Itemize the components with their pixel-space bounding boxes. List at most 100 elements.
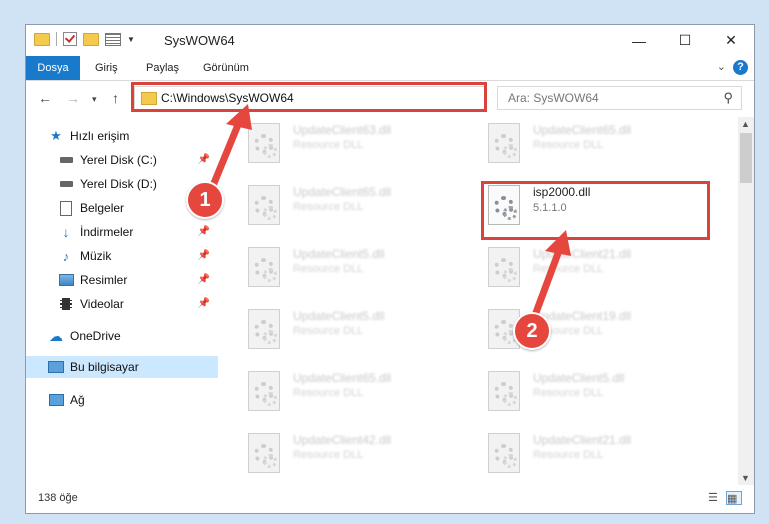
details-view-icon[interactable]: ☰ <box>708 491 722 504</box>
file-highlight <box>481 181 710 240</box>
picture-icon <box>58 273 74 287</box>
drive-icon <box>58 153 74 167</box>
music-note-icon: ♪ <box>62 248 70 264</box>
file-description: Resource DLL <box>293 201 364 213</box>
file-tile[interactable]: UpdateClient5.dll Resource DLL <box>223 303 453 359</box>
expand-ribbon-icon[interactable]: ⌄ <box>717 60 726 73</box>
ribbon-tabs: Dosya Giriş Paylaş Görünüm ⌄ ? <box>26 56 754 81</box>
up-arrow-icon[interactable]: ↑ <box>112 90 119 106</box>
sidebar-item-label: OneDrive <box>70 329 121 343</box>
sidebar-item-onedrive[interactable]: ☁ OneDrive <box>48 325 218 347</box>
file-name: UpdateClient5.dll <box>293 247 385 261</box>
sidebar-item-this-pc[interactable]: Bu bilgisayar <box>26 356 218 378</box>
sidebar-item-videos[interactable]: Videolar 📌 <box>58 293 218 315</box>
minimize-button[interactable]: — <box>616 25 662 56</box>
sidebar-item-music[interactable]: ♪ Müzik 📌 <box>58 245 218 267</box>
dll-file-icon <box>488 371 520 411</box>
properties-check-icon[interactable] <box>63 32 77 46</box>
vertical-scrollbar[interactable]: ▲ ▼ <box>738 117 754 485</box>
customize-dropdown-icon[interactable]: ▼ <box>127 35 135 44</box>
status-bar: 138 öğe ☰ ▦ <box>26 485 754 513</box>
file-tile[interactable]: UpdateClient65.dll Resource DLL <box>463 117 693 173</box>
sidebar-item-label: Yerel Disk (D:) <box>80 177 157 191</box>
item-count: 138 öğe <box>38 492 78 504</box>
search-icon[interactable]: ⚲ <box>723 90 733 106</box>
file-name: UpdateClient63.dll <box>293 123 392 137</box>
tab-view[interactable]: Görünüm <box>203 56 249 80</box>
file-name: UpdateClient42.dll <box>293 433 392 447</box>
file-description: Resource DLL <box>533 449 604 461</box>
file-description: Resource DLL <box>293 139 364 151</box>
file-name: UpdateClient65.dll <box>533 123 632 137</box>
back-arrow-icon[interactable]: ← <box>38 90 52 106</box>
tab-share[interactable]: Paylaş <box>146 56 179 80</box>
dll-file-icon <box>248 247 280 287</box>
recent-dropdown-icon[interactable]: ▾ <box>92 94 97 105</box>
file-tile[interactable]: UpdateClient63.dll Resource DLL <box>223 117 453 173</box>
file-description: Resource DLL <box>293 263 364 275</box>
sidebar-item-pictures[interactable]: Resimler 📌 <box>58 269 218 291</box>
help-icon[interactable]: ? <box>733 60 748 75</box>
dll-file-icon <box>488 433 520 473</box>
scroll-thumb[interactable] <box>740 133 752 183</box>
dll-file-icon <box>248 185 280 225</box>
step-1-badge: 1 <box>186 181 224 219</box>
sidebar-item-label: Bu bilgisayar <box>70 360 139 374</box>
file-tile[interactable]: UpdateClient42.dll Resource DLL <box>223 427 453 483</box>
file-name: UpdateClient65.dll <box>293 185 392 199</box>
forward-arrow-icon[interactable]: → <box>66 90 80 106</box>
tab-home[interactable]: Giriş <box>95 56 118 80</box>
file-list: UpdateClient63.dll Resource DLL UpdateCl… <box>223 117 737 485</box>
pin-icon[interactable]: 📌 <box>198 226 210 237</box>
tab-file[interactable]: Dosya <box>26 56 80 80</box>
close-button[interactable]: ✕ <box>708 25 754 56</box>
dll-file-icon <box>248 309 280 349</box>
pin-icon[interactable]: 📌 <box>198 274 210 285</box>
file-name: UpdateClient21.dll <box>533 247 632 261</box>
file-description: Resource DLL <box>293 325 364 337</box>
address-bar-highlight <box>131 82 487 112</box>
dll-file-icon <box>488 123 520 163</box>
download-arrow-icon: ↓ <box>62 224 70 240</box>
file-tile[interactable]: UpdateClient5.dll Resource DLL <box>463 365 693 421</box>
sidebar-item-label: İndirmeler <box>80 225 134 239</box>
scroll-down-icon[interactable]: ▼ <box>741 473 750 483</box>
sidebar-item-label: Videolar <box>80 297 124 311</box>
file-tile[interactable]: UpdateClient65.dll Resource DLL <box>223 365 453 421</box>
scroll-up-icon[interactable]: ▲ <box>741 119 750 129</box>
pin-icon[interactable]: 📌 <box>198 250 210 261</box>
sidebar-item-local-disk-c[interactable]: Yerel Disk (C:) 📌 <box>58 149 218 171</box>
sidebar-item-label: Resimler <box>80 273 128 287</box>
drive-icon <box>58 177 74 191</box>
file-tile[interactable]: UpdateClient65.dll Resource DLL <box>223 179 453 235</box>
maximize-button[interactable]: ☐ <box>662 25 708 56</box>
file-description: Resource DLL <box>533 263 604 275</box>
file-tile[interactable]: UpdateClient21.dll Resource DLL <box>463 427 693 483</box>
large-icons-view-icon[interactable]: ▦ <box>726 491 742 505</box>
title-bar: ▼ SysWOW64 — ☐ ✕ <box>26 25 754 56</box>
sidebar-item-label: Belgeler <box>80 201 125 215</box>
pin-icon[interactable]: 📌 <box>198 298 210 309</box>
file-description: Resource DLL <box>293 387 364 399</box>
sidebar-item-label: Yerel Disk (C:) <box>80 153 157 167</box>
star-icon: ★ <box>50 128 62 143</box>
file-tile[interactable]: UpdateClient19.dll Resource DLL <box>463 303 693 359</box>
dll-file-icon <box>488 247 520 287</box>
new-folder-icon[interactable] <box>83 32 99 46</box>
file-tile[interactable]: UpdateClient21.dll Resource DLL <box>463 241 693 297</box>
file-name: UpdateClient5.dll <box>293 309 385 323</box>
step-2-badge: 2 <box>513 312 551 350</box>
properties-icon[interactable] <box>105 32 121 46</box>
cloud-icon: ☁ <box>49 327 63 344</box>
sidebar-item-quick-access[interactable]: ★ Hızlı erişim <box>48 125 240 147</box>
sidebar-item-downloads[interactable]: ↓ İndirmeler 📌 <box>58 221 218 243</box>
file-name: UpdateClient5.dll <box>533 371 625 385</box>
document-icon <box>58 200 74 216</box>
sidebar-item-network[interactable]: Ağ <box>48 389 218 411</box>
sidebar-item-label: Ağ <box>70 393 85 407</box>
network-icon <box>48 393 64 407</box>
file-tile[interactable]: UpdateClient5.dll Resource DLL <box>223 241 453 297</box>
separator <box>56 32 57 46</box>
search-input[interactable]: Ara: SysWOW64 ⚲ <box>497 86 742 110</box>
pin-icon[interactable]: 📌 <box>198 154 210 165</box>
